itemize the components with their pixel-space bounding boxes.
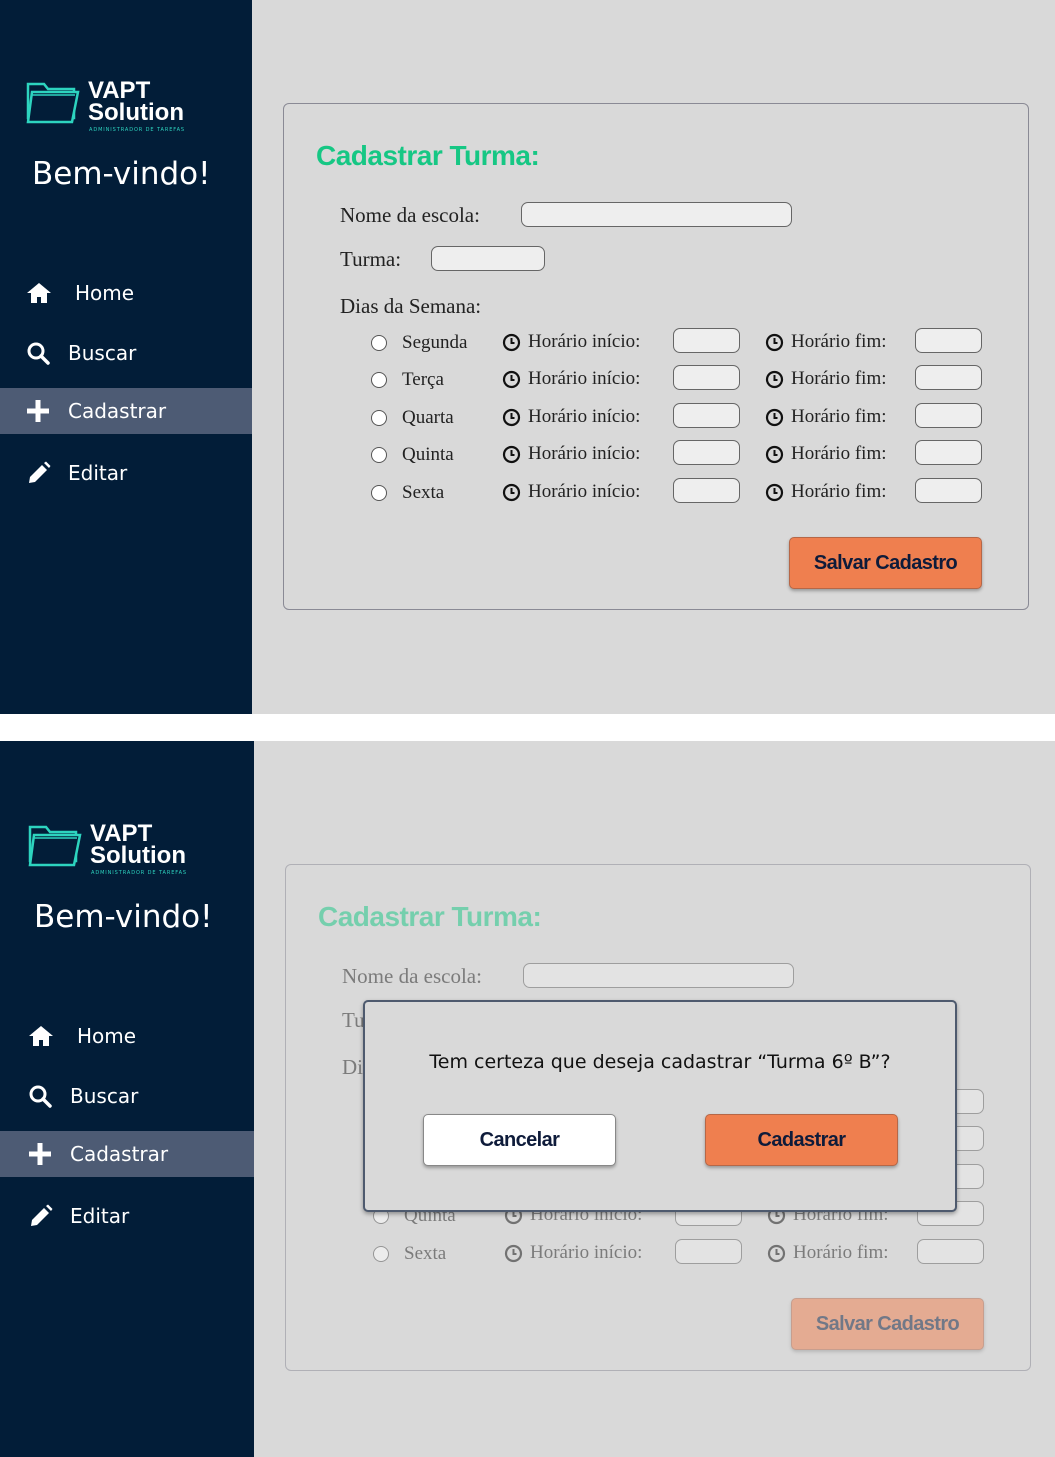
clock-icon [502,445,521,464]
end-time-input[interactable] [915,478,982,503]
day-name: Quinta [402,444,454,465]
end-time-input[interactable] [915,328,982,353]
clock-icon [502,483,521,502]
end-time-label: Horário fim: [791,368,887,389]
end-time-label: Horário fim: [791,406,887,427]
end-time-input[interactable] [915,440,982,465]
start-time-input[interactable] [673,365,740,390]
save-button[interactable]: Salvar Cadastro [789,537,982,589]
end-time-label: Horário fim: [791,331,887,352]
end-time-label: Horário fim: [791,443,887,464]
clock-icon [765,445,784,464]
clock-icon [765,483,784,502]
school-input[interactable] [521,202,792,227]
start-time-label: Horário início: [528,443,641,464]
cancel-button[interactable]: Cancelar [423,1114,616,1166]
clock-icon [502,333,521,352]
clock-icon [765,408,784,427]
screen-confirm: VAPT Solution ADMINISTRADOR DE TAREFAS B… [0,741,1055,1457]
start-time-input[interactable] [673,440,740,465]
clock-icon [502,408,521,427]
day-row-sexta: Sexta Horário início: Horário fim: [284,478,1028,504]
start-time-label: Horário início: [528,406,641,427]
end-time-input[interactable] [915,365,982,390]
start-time-input[interactable] [673,478,740,503]
day-row-segunda: Segunda Horário início: Horário fim: [284,328,1028,354]
start-time-label: Horário início: [528,481,641,502]
school-label: Nome da escola: [340,203,480,227]
day-row-quarta: Quarta Horário início: Horário fim: [284,403,1028,429]
end-time-input[interactable] [915,403,982,428]
day-row-quinta: Quinta Horário início: Horário fim: [284,440,1028,466]
clock-icon [765,370,784,389]
clock-icon [502,370,521,389]
end-time-label: Horário fim: [791,481,887,502]
class-form: Cadastrar Turma: Nome da escola: Turma: … [283,103,1029,610]
confirm-button[interactable]: Cadastrar [705,1114,898,1166]
start-time-label: Horário início: [528,331,641,352]
main-content: Cadastrar Turma: Nome da escola: Turma: … [0,0,1055,714]
day-name: Segunda [402,332,468,353]
main-content: Cadastrar Turma: Nome da escola: Turma: … [2,741,1055,1457]
day-name: Sexta [402,482,445,503]
form-title: Cadastrar Turma: [316,140,540,171]
confirm-dialog: Tem certeza que deseja cadastrar “Turma … [363,1000,957,1212]
days-label: Dias da Semana: [340,294,482,318]
day-radio[interactable] [371,335,387,351]
class-input[interactable] [431,246,545,271]
day-radio[interactable] [371,447,387,463]
clock-icon [765,333,784,352]
start-time-label: Horário início: [528,368,641,389]
screen-form: VAPT Solution ADMINISTRADOR DE TAREFAS B… [0,0,1055,714]
day-row-terca: Terça Horário início: Horário fim: [284,365,1028,391]
day-radio[interactable] [371,410,387,426]
day-radio[interactable] [371,372,387,388]
start-time-input[interactable] [673,328,740,353]
confirm-message: Tem certeza que deseja cadastrar “Turma … [429,1051,891,1073]
day-name: Quarta [402,407,454,428]
class-label: Turma: [340,247,402,271]
day-name: Terça [402,369,444,390]
day-radio[interactable] [371,485,387,501]
start-time-input[interactable] [673,403,740,428]
